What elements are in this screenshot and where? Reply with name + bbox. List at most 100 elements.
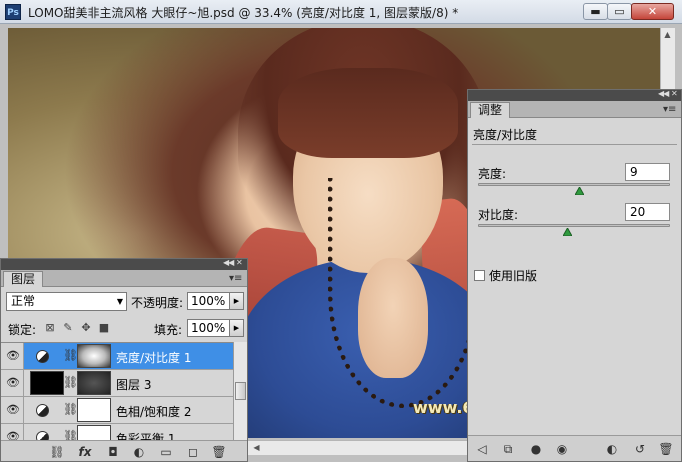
divider: [472, 144, 677, 145]
layer-row[interactable]: 👁 ⛓ 亮度/对比度 1: [1, 343, 233, 370]
chain-link-icon[interactable]: ⛓: [63, 375, 78, 389]
trash-icon[interactable]: 🗑: [211, 444, 227, 460]
visibility-toggle[interactable]: 👁: [1, 397, 24, 423]
collapse-icon[interactable]: ◀◀: [658, 89, 669, 98]
panel-menu-icon[interactable]: ▾≡: [229, 273, 242, 284]
layer-list-scrollbar[interactable]: [233, 342, 247, 440]
document-title: LOMO甜美非主流风格 大眼仔~旭.psd @ 33.4% (亮度/对比度 1,…: [28, 6, 459, 20]
visibility-toggle[interactable]: 👁: [1, 424, 24, 440]
close-panel-icon[interactable]: ✕: [236, 258, 243, 267]
eye-icon: 👁: [6, 376, 20, 389]
use-legacy-checkbox[interactable]: [474, 270, 485, 281]
layer-name[interactable]: 亮度/对比度 1: [116, 349, 192, 366]
brightness-label: 亮度:: [478, 167, 507, 181]
layer-name[interactable]: 色彩平衡 1: [116, 430, 175, 440]
delete-icon[interactable]: 🗑: [658, 441, 674, 457]
minimize-icon: ▬: [590, 5, 601, 18]
layer-mask-thumbnail[interactable]: [77, 425, 111, 440]
layers-panel: ◀◀ ✕ 图层 ▾≡ 正常 ▼ 不透明度: 100% ▶ 锁定: ⊠ ✎ ✥ ■…: [0, 258, 248, 462]
layer-list: 👁 ⛓ 亮度/对比度 1 👁 ⛓ 图层 3 👁 ⛓ 色相/饱和度 2 👁 ⛓ 色…: [1, 342, 233, 440]
close-icon: ✕: [647, 5, 658, 18]
layer-mask-thumbnail[interactable]: [77, 398, 111, 422]
brightness-slider-track[interactable]: [478, 183, 670, 186]
adjustments-panel: ◀◀ ✕ 调整 ▾≡ 亮度/对比度 亮度: 9 对比度: 20 使用旧版 ◁ ⧉…: [467, 89, 682, 462]
contrast-slider-thumb[interactable]: [563, 228, 573, 236]
lock-all-icon[interactable]: ■: [98, 322, 110, 334]
close-button[interactable]: ✕: [631, 3, 674, 20]
contrast-slider-track[interactable]: [478, 224, 670, 227]
lock-position-icon[interactable]: ✥: [80, 322, 92, 334]
blend-mode-select[interactable]: 正常 ▼: [6, 292, 127, 311]
blend-mode-value: 正常: [11, 294, 36, 308]
opacity-input[interactable]: 100%: [187, 292, 230, 310]
scroll-left-icon[interactable]: ◀: [250, 441, 263, 454]
visibility-toggle[interactable]: 👁: [1, 343, 24, 369]
title-bar[interactable]: Ps LOMO甜美非主流风格 大眼仔~旭.psd @ 33.4% (亮度/对比度…: [0, 0, 682, 24]
chain-link-icon[interactable]: ⛓: [63, 402, 78, 416]
visibility-toggle[interactable]: 👁: [1, 370, 24, 396]
opacity-label: 不透明度:: [131, 296, 184, 310]
clip-to-layer-icon[interactable]: ⧉: [500, 441, 516, 457]
fill-label: 填充:: [154, 323, 183, 337]
contrast-input[interactable]: 20: [625, 203, 670, 221]
new-layer-icon[interactable]: ◻: [185, 444, 201, 460]
scroll-thumb[interactable]: [235, 382, 246, 400]
layer-name[interactable]: 图层 3: [116, 376, 151, 393]
previous-state-icon[interactable]: ◐: [604, 441, 620, 457]
adjustment-layer-icon: [36, 431, 49, 440]
lock-image-icon[interactable]: ✎: [62, 322, 74, 334]
brightness-input[interactable]: 9: [625, 163, 670, 181]
eye-icon[interactable]: ◉: [554, 441, 570, 457]
maximize-icon: ▭: [614, 5, 625, 18]
photo-hand: [358, 258, 428, 378]
layer-row[interactable]: 👁 ⛓ 色相/饱和度 2: [1, 397, 233, 424]
back-icon[interactable]: ◁: [474, 441, 490, 457]
adjustment-heading: 亮度/对比度: [473, 128, 538, 142]
minimize-button[interactable]: ▬: [583, 3, 608, 20]
link-layers-icon[interactable]: ⛓: [49, 444, 65, 460]
layers-footer: ⛓ fx ◘ ◐ ▭ ◻ 🗑: [1, 440, 247, 461]
adjustments-footer: ◁ ⧉ ● ◉ ◐ ↺ 🗑: [468, 435, 681, 461]
layer-name[interactable]: 色相/饱和度 2: [116, 403, 192, 420]
adjustment-layer-icon: [36, 350, 49, 363]
tab-layers[interactable]: 图层: [3, 271, 44, 287]
photo-bangs: [278, 68, 458, 158]
collapse-icon[interactable]: ◀◀: [223, 258, 234, 267]
reset-icon[interactable]: ↺: [632, 441, 648, 457]
photoshop-logo-icon: Ps: [5, 4, 21, 20]
eye-icon: 👁: [6, 403, 20, 416]
chain-link-icon[interactable]: ⛓: [63, 429, 78, 440]
tab-adjustments[interactable]: 调整: [470, 102, 511, 118]
scroll-up-icon[interactable]: ▲: [661, 28, 674, 41]
layers-tab-row: 图层 ▾≡: [1, 270, 247, 287]
eye-icon: 👁: [6, 430, 20, 440]
use-legacy-label: 使用旧版: [489, 269, 538, 283]
maximize-button[interactable]: ▭: [607, 3, 632, 20]
mask-visibility-icon[interactable]: ●: [528, 441, 544, 457]
eye-icon: 👁: [6, 349, 20, 362]
fx-icon[interactable]: fx: [77, 444, 93, 460]
group-icon[interactable]: ▭: [158, 444, 174, 460]
opacity-slider-button[interactable]: ▶: [229, 292, 244, 310]
contrast-label: 对比度:: [478, 208, 519, 222]
fill-slider-button[interactable]: ▶: [229, 319, 244, 337]
chevron-down-icon: ▼: [116, 297, 123, 306]
panel-header-strip[interactable]: ◀◀ ✕: [1, 258, 247, 270]
close-panel-icon[interactable]: ✕: [671, 89, 678, 98]
lock-label: 锁定:: [8, 323, 37, 337]
layer-row[interactable]: 👁 ⛓ 图层 3: [1, 370, 233, 397]
adjustment-layer-icon: [36, 404, 49, 417]
adjustments-tab-row: 调整 ▾≡: [468, 101, 681, 118]
panel-header-strip[interactable]: ◀◀ ✕: [468, 89, 681, 101]
layer-mask-thumbnail[interactable]: [77, 371, 111, 395]
chain-link-icon[interactable]: ⛓: [63, 348, 78, 362]
brightness-slider-thumb[interactable]: [575, 187, 585, 195]
layer-thumbnail[interactable]: [30, 371, 64, 395]
panel-menu-icon[interactable]: ▾≡: [663, 104, 676, 115]
layer-mask-thumbnail[interactable]: [77, 344, 111, 368]
adjustment-layer-icon[interactable]: ◐: [131, 444, 147, 460]
layer-row[interactable]: 👁 ⛓ 色彩平衡 1: [1, 424, 233, 440]
lock-transparent-icon[interactable]: ⊠: [44, 322, 56, 334]
fill-input[interactable]: 100%: [187, 319, 230, 337]
add-mask-icon[interactable]: ◘: [105, 444, 121, 460]
